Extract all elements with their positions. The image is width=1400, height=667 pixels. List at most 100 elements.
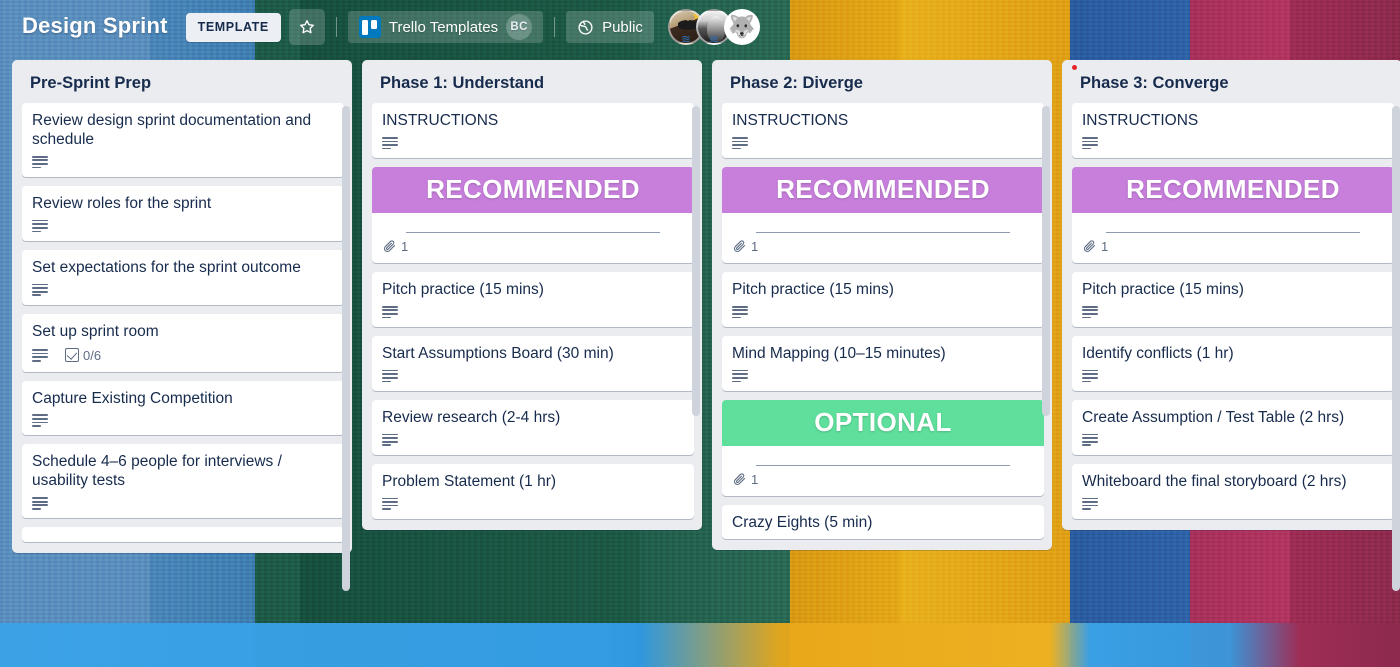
- card-title: Capture Existing Competition: [32, 389, 233, 407]
- board-card[interactable]: Pitch practice (15 mins): [1072, 271, 1394, 327]
- list-title[interactable]: Phase 3: Converge: [1062, 60, 1400, 103]
- list-title[interactable]: Pre-Sprint Prep: [12, 60, 352, 103]
- card-body: Mind Mapping (10–15 minutes): [722, 336, 1044, 391]
- board-card[interactable]: Mind Mapping (10–15 minutes): [722, 335, 1044, 391]
- description-badge: [32, 349, 48, 362]
- card-title-rule: [406, 231, 660, 233]
- template-badge[interactable]: TEMPLATE: [185, 12, 281, 42]
- board-card[interactable]: INSTRUCTIONS: [722, 103, 1044, 158]
- visibility-label: Public: [602, 18, 643, 36]
- list-title[interactable]: Phase 2: Diverge: [712, 60, 1052, 103]
- card-badges: [1082, 136, 1384, 152]
- board-card[interactable]: INSTRUCTIONS: [372, 103, 694, 158]
- attachment-count: 1: [751, 471, 759, 487]
- list-title[interactable]: Phase 1: Understand: [362, 60, 702, 103]
- attachment-badge: 1: [732, 239, 758, 254]
- description-badge: [32, 219, 48, 233]
- board-card[interactable]: RECOMMENDED 1: [722, 166, 1044, 263]
- list-cards: INSTRUCTIONS RECOMMENDED 1 Pitch practice (…: [362, 103, 702, 528]
- card-title: Pitch practice (15 mins): [732, 280, 894, 298]
- card-body: Review roles for the sprint: [22, 186, 344, 241]
- list-scrollbar[interactable]: [342, 106, 350, 591]
- card-title-rule: [1106, 231, 1360, 233]
- description-badge: [32, 414, 48, 427]
- header-divider-1: [335, 17, 337, 37]
- list-scrollbar[interactable]: [1042, 106, 1050, 416]
- attachment-badge: 1: [382, 239, 408, 254]
- description-icon: [382, 305, 398, 319]
- card-title: Crazy Eights (5 min): [732, 513, 873, 531]
- board-card[interactable]: Crazy Eights (5 min): [722, 504, 1044, 539]
- board-card[interactable]: Capture Existing Competition: [22, 380, 344, 436]
- list-scrollbar[interactable]: [1392, 106, 1400, 591]
- board-card[interactable]: Schedule 4–6 people for interviews / usa…: [22, 444, 344, 519]
- card-title: Schedule 4–6 people for interviews / usa…: [32, 453, 282, 490]
- card-body: Start Assumptions Board (30 min): [372, 336, 694, 391]
- card-title: Start Assumptions Board (30 min): [382, 344, 614, 362]
- card-title: Review design sprint documentation and s…: [32, 112, 312, 148]
- board-card[interactable]: Set up sprint room 0/6: [22, 313, 344, 372]
- card-badges: [1082, 433, 1384, 449]
- description-icon: [1082, 369, 1098, 383]
- board-card[interactable]: Problem Statement (1 hr): [372, 463, 694, 519]
- card-title: Mind Mapping (10–15 minutes): [732, 344, 946, 362]
- card-title: Identify conflicts (1 hr): [1082, 344, 1234, 362]
- card-title: INSTRUCTIONS: [1082, 112, 1199, 129]
- card-body: 1: [372, 213, 694, 263]
- board-card[interactable]: Whiteboard the final storyboard (2 hrs): [1072, 463, 1394, 519]
- board-card[interactable]: Pitch practice (15 mins): [722, 271, 1044, 327]
- board-card[interactable]: Identify conflicts (1 hr): [1072, 335, 1394, 391]
- board-card[interactable]: Pitch practice (15 mins): [372, 271, 694, 327]
- board-card[interactable]: INSTRUCTIONS: [1072, 103, 1394, 158]
- card-title-rule: [756, 231, 1010, 233]
- card-body: Create Assumption / Test Table (2 hrs): [1072, 400, 1394, 455]
- card-body: 1: [722, 446, 1044, 496]
- attachment-count: 1: [401, 238, 409, 254]
- card-body: Set expectations for the sprint outcome: [22, 250, 344, 305]
- card-badges: [732, 369, 1034, 385]
- description-icon: [732, 369, 748, 383]
- card-body: Set up sprint room 0/6: [22, 314, 344, 372]
- board-card[interactable]: Create Assumption / Test Table (2 hrs): [1072, 399, 1394, 455]
- card-body: INSTRUCTIONS: [1072, 103, 1394, 158]
- globe-icon: [578, 19, 593, 35]
- card-cover-label: RECOMMENDED: [372, 166, 694, 213]
- board-list: Phase 1: Understand INSTRUCTIONS RECOMMEND…: [362, 60, 702, 530]
- card-badges: 1: [382, 239, 684, 257]
- description-icon: [382, 369, 398, 383]
- description-badge: [382, 369, 398, 383]
- card-badges: [32, 219, 334, 235]
- checklist-icon: [65, 348, 79, 363]
- card-body: Schedule 4–6 people for interviews / usa…: [22, 444, 344, 518]
- star-board-button[interactable]: [288, 9, 325, 45]
- board-card[interactable]: OPTIONAL 1: [722, 399, 1044, 496]
- description-badge: [1082, 497, 1098, 511]
- description-badge: [1082, 305, 1098, 319]
- description-icon: [382, 136, 398, 150]
- visibility-button[interactable]: Public: [566, 11, 654, 43]
- card-body: Crazy Eights (5 min): [722, 505, 1044, 539]
- checklist-badge: 0/6: [65, 348, 101, 363]
- card-badges: [732, 136, 1034, 152]
- list-scrollbar[interactable]: [692, 106, 700, 416]
- board-card[interactable]: Review roles for the sprint: [22, 185, 344, 241]
- board-title[interactable]: Design Sprint: [10, 9, 178, 45]
- attachment-icon: [733, 473, 746, 485]
- member-avatar-3[interactable]: 🐺: [723, 9, 760, 45]
- pointer-dot-indicator: [1072, 65, 1077, 70]
- description-badge: [32, 497, 48, 510]
- description-icon: [732, 136, 748, 150]
- board-card[interactable]: RECOMMENDED 1: [1072, 166, 1394, 263]
- board-card[interactable]: Set expectations for the sprint outcome: [22, 249, 344, 305]
- card-badges: 0/6: [32, 348, 334, 366]
- description-badge: [382, 305, 398, 319]
- workspace-button[interactable]: Trello Templates BC: [347, 11, 544, 43]
- board-card[interactable]: Review design sprint documentation and s…: [22, 103, 344, 177]
- attachment-icon: [1083, 240, 1096, 252]
- card-badges: [382, 136, 684, 152]
- board-card[interactable]: Review research (2-4 hrs): [372, 399, 694, 455]
- board-card[interactable]: [22, 527, 344, 543]
- board-card[interactable]: RECOMMENDED 1: [372, 166, 694, 263]
- card-title: Review research (2-4 hrs): [382, 408, 561, 426]
- board-card[interactable]: Start Assumptions Board (30 min): [372, 335, 694, 391]
